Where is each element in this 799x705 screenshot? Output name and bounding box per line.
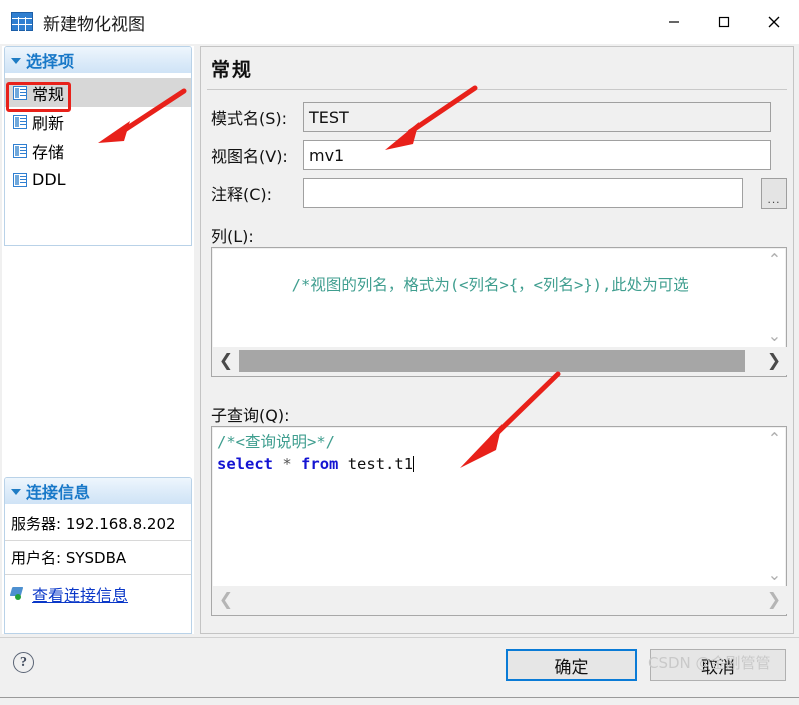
connection-list: 服务器: 192.168.8.202 用户名: SYSDBA 查看连接信息 [5, 505, 191, 610]
sidebar-item-refresh[interactable]: 刷新 [5, 107, 191, 136]
title-divider [207, 89, 787, 90]
comment-field-row: 注释(C): [211, 178, 743, 208]
columns-vertical-scrollbar[interactable]: ⌃ ⌄ [764, 249, 785, 349]
subquery-hscroll-track[interactable] [239, 586, 761, 614]
comment-input[interactable] [303, 178, 743, 208]
view-name-input[interactable]: mv1 [303, 140, 771, 170]
sidebar-item-label: DDL [32, 170, 66, 189]
collapse-triangle-icon[interactable] [11, 58, 21, 64]
main-panel: 常规 模式名(S): TEST 视图名(V): mv1 注释(C): ... 列… [200, 46, 794, 634]
scroll-right-icon[interactable]: ❯ [761, 590, 787, 610]
subquery-label: 子查询(Q): [211, 406, 290, 425]
columns-hscroll-track[interactable] [239, 347, 761, 375]
collapse-triangle-icon[interactable] [11, 489, 21, 495]
server-row: 服务器: 192.168.8.202 [5, 507, 191, 541]
connection-panel: 连接信息 服务器: 192.168.8.202 用户名: SYSDBA 查看连接… [4, 477, 192, 634]
subquery-editor[interactable]: /*<查询说明>*/ select * from test.t1 ⌃ ⌄ ❮ ❯ [211, 426, 787, 616]
scroll-down-icon[interactable]: ⌄ [768, 568, 781, 584]
sidebar: 选择项 常规 刷新 存储 DDL 连接信息 服务器: 192.168.8.202… [2, 46, 194, 634]
sidebar-item-storage[interactable]: 存储 [5, 136, 191, 165]
title-bar: 新建物化视图 [0, 0, 799, 44]
connection-icon [9, 587, 28, 601]
maximize-icon[interactable] [699, 0, 749, 44]
window-controls [649, 0, 799, 44]
footer-divider [0, 637, 799, 638]
table-grid-icon [11, 12, 33, 32]
sidebar-item-label: 存储 [32, 142, 65, 162]
comment-label: 注释(C): [211, 185, 273, 204]
columns-hscroll-thumb[interactable] [239, 350, 745, 372]
view-name-label: 视图名(V): [211, 147, 288, 166]
new-materialized-view-dialog: 新建物化视图 选择项 常规 刷新 存储 DDL 连接信息 服务器: 192.16… [0, 0, 799, 705]
list-icon [13, 114, 27, 129]
columns-comment-text: /*视图的列名，格式为(<列名>{，<列名>}),此处为可选 [291, 276, 689, 295]
scroll-down-icon[interactable]: ⌄ [768, 329, 781, 345]
columns-editor[interactable]: /*视图的列名，格式为(<列名>{，<列名>}),此处为可选 ⌃ ⌄ ❮ ❯ [211, 247, 787, 377]
connection-panel-title: 连接信息 [26, 483, 91, 502]
sql-keyword-select: select [217, 455, 273, 474]
list-icon [13, 143, 27, 158]
connection-panel-header[interactable]: 连接信息 [5, 478, 191, 505]
sidebar-item-label: 常规 [32, 84, 65, 104]
schema-input: TEST [303, 102, 771, 132]
columns-horizontal-scrollbar[interactable]: ❮ ❯ [213, 347, 787, 375]
help-icon[interactable]: ? [13, 652, 34, 673]
ok-button[interactable]: 确定 [506, 649, 637, 681]
subquery-horizontal-scrollbar[interactable]: ❮ ❯ [213, 586, 787, 614]
view-connection-info-link[interactable]: 查看连接信息 [32, 582, 128, 606]
page-title: 常规 [211, 59, 254, 81]
scroll-left-icon[interactable]: ❮ [213, 590, 239, 610]
view-name-field-row: 视图名(V): mv1 [211, 140, 771, 170]
cancel-button[interactable]: 取消 [650, 649, 786, 681]
options-panel-header[interactable]: 选择项 [5, 47, 191, 74]
scroll-left-icon[interactable]: ❮ [213, 351, 239, 371]
subquery-editor-text[interactable]: /*<查询说明>*/ select * from test.t1 [213, 428, 765, 588]
options-panel: 选择项 常规 刷新 存储 DDL [4, 46, 192, 246]
close-icon[interactable] [749, 0, 799, 44]
schema-field-row: 模式名(S): TEST [211, 102, 771, 132]
text-caret [413, 456, 415, 473]
scroll-up-icon[interactable]: ⌃ [768, 432, 781, 448]
minimize-icon[interactable] [649, 0, 699, 44]
columns-label: 列(L): [211, 227, 254, 246]
ellipsis-label: ... [767, 192, 781, 206]
window-title: 新建物化视图 [43, 14, 145, 35]
options-panel-title: 选择项 [26, 52, 75, 71]
username-row: 用户名: SYSDBA [5, 541, 191, 575]
subquery-vertical-scrollbar[interactable]: ⌃ ⌄ [764, 428, 785, 588]
sidebar-item-label: 刷新 [32, 113, 65, 133]
sidebar-item-ddl[interactable]: DDL [5, 165, 191, 194]
sql-table-name: test.t1 [347, 455, 414, 474]
columns-editor-text[interactable]: /*视图的列名，格式为(<列名>{，<列名>}),此处为可选 [213, 249, 765, 349]
sql-star: * [282, 455, 292, 474]
subquery-comment-line: /*<查询说明>*/ [217, 433, 335, 451]
scroll-right-icon[interactable]: ❯ [761, 351, 787, 371]
scroll-up-icon[interactable]: ⌃ [768, 253, 781, 269]
schema-label: 模式名(S): [211, 109, 288, 128]
comment-browse-button[interactable]: ... [761, 178, 787, 209]
list-icon [13, 172, 27, 187]
sidebar-item-general[interactable]: 常规 [5, 78, 191, 107]
bottom-clipped-strip [0, 697, 799, 705]
sql-keyword-from: from [301, 455, 339, 474]
options-list: 常规 刷新 存储 DDL [5, 74, 191, 194]
list-icon [13, 85, 27, 100]
view-connection-info-row[interactable]: 查看连接信息 [5, 575, 191, 610]
